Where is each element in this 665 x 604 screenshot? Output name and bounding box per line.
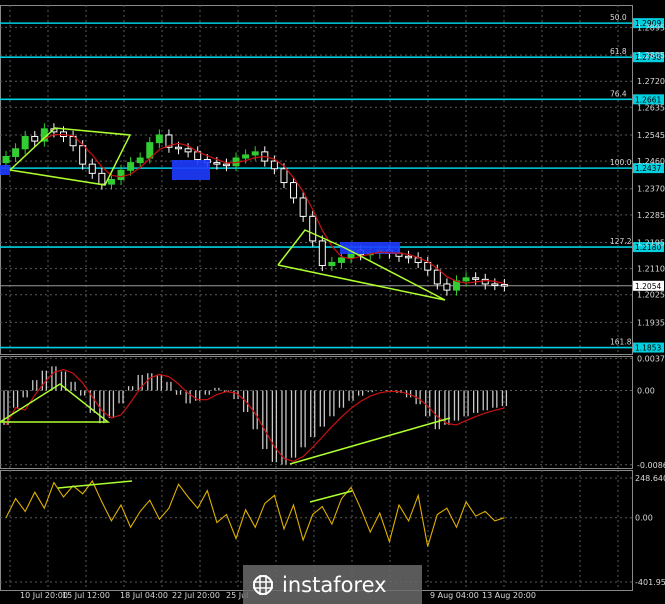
candle-body [251,151,259,156]
candle-body [31,135,39,142]
time-tick-label: 13 Aug 20:00 [482,591,536,600]
current-price-label: 1.2054 [635,282,661,291]
cci-tick-label: 248.6406 [635,474,665,483]
histogram [0,366,508,465]
highlight-zone [172,160,210,180]
price-tick-label: 1.2545 [637,131,665,140]
candle-body [127,162,135,171]
candle-body [222,163,230,167]
price-tick-label: 1.2805 [637,51,665,60]
candle-body [175,146,183,150]
candle-body [280,168,288,184]
fib-ratio-label: 50.0 [610,13,627,22]
candle-body [405,255,413,259]
cci-line [5,479,505,547]
cci-line-path [5,479,505,547]
candle-body [500,284,508,287]
price-tick-label: 1.2720 [637,77,665,86]
candles [0,123,508,296]
candle-body [21,135,29,150]
candle-body [337,257,345,263]
candle-body [155,134,163,144]
oscillator-tick-label: 0.00 [637,386,655,395]
grid [0,5,633,591]
chart-canvas: 50.01.290961.81.279876.41.2661100.01.243… [0,5,665,604]
candle-body [433,269,441,285]
time-tick-label: 10 Jul 20:00 [20,591,68,600]
triangle-pattern [277,229,446,301]
watermark-text: instaforex [282,573,387,597]
fib-ratio-label: 61.8 [610,47,627,56]
candle-body [117,169,125,180]
price-tick-label: 1.2370 [637,185,665,194]
time-tick-label: 15 Jul 12:00 [62,591,110,600]
price-tick-label: 1.2025 [637,291,665,300]
price-tick-label: 1.2285 [637,211,665,220]
price-tick-label: 1.2895 [637,23,665,32]
candle-body [290,182,298,199]
candle-body [491,283,499,286]
oscillator-tick-label: -0.00863 [637,461,665,470]
candle-body [299,197,307,217]
price-tick-label: 1.1935 [637,318,665,327]
cci-tick-label: 0.00 [635,514,653,523]
fib-ratio-label: 127.2 [610,237,632,246]
price-tick-label: 1.2635 [637,103,665,112]
candle-body [328,261,336,267]
price-tick-label: 1.2110 [637,265,665,274]
time-tick-label: 18 Jul 04:00 [120,591,168,600]
candle-body [309,215,317,242]
highlight-zone [340,242,400,254]
candle-body [184,148,192,153]
axes: 1.2895 1.2805 1.2720 1.2635 1.2545 1.2460 1.23… [20,23,665,600]
candle-body [12,148,20,157]
time-tick-label: 9 Aug 04:00 [430,591,479,600]
watermark: instaforex [243,565,422,604]
candle-body [98,172,106,185]
fib-ratio-label: 76.4 [610,89,627,98]
candle-body [318,240,326,267]
candle-body [270,160,278,170]
divergence-line [309,490,353,503]
candle-body [443,283,451,291]
candle-body [462,277,470,282]
candle-body [472,277,480,280]
price-tick-label: 1.2195 [637,238,665,247]
fib-price-label: 1.1853 [635,344,661,353]
highlight-zone [0,165,10,175]
divergence-line [0,383,111,423]
cci-tick-label: -401.958 [635,578,665,587]
candle-body [2,155,10,164]
price-tick-label: 1.2460 [637,157,665,166]
candle-body [242,154,250,159]
candle-body [136,157,144,164]
candle-body [213,162,221,165]
time-tick-label: 22 Jul 20:00 [172,591,220,600]
candle-body [107,179,115,185]
fib-ratio-label: 100.0 [610,158,632,167]
candle-body [79,145,87,165]
fib-ratio-label: 161.8 [610,338,632,347]
candle-body [88,163,96,174]
oscillator-tick-label: 0.00373 [637,354,665,363]
